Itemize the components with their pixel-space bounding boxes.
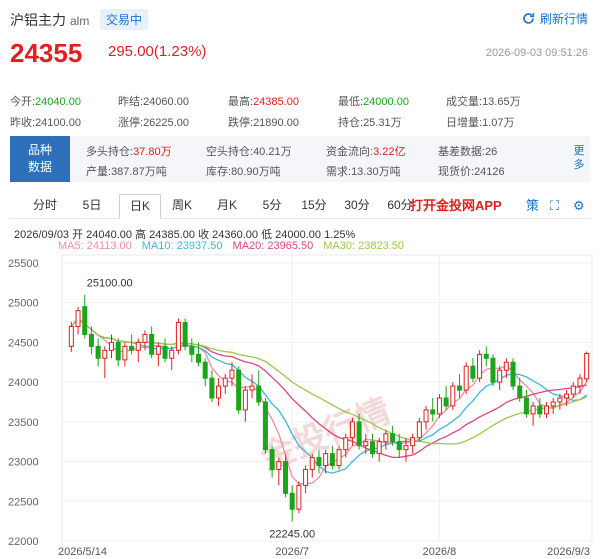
candle-body (68, 326, 74, 347)
candle-body (423, 409, 429, 423)
x-tick-label: 2026/7 (275, 546, 309, 558)
candle-body (249, 385, 255, 391)
candle-body (323, 453, 329, 467)
candle-body (570, 385, 576, 395)
candle-body (115, 341, 121, 361)
candle-body (363, 441, 369, 447)
candle-body (189, 345, 195, 355)
candle-body (309, 457, 315, 471)
candle-body (329, 453, 335, 467)
kline-chart[interactable]: 25500 25000 24500 24000 23500 23000 22500 22000… (0, 0, 600, 559)
candle-body (155, 345, 161, 355)
candle-body (169, 349, 175, 359)
candle-body (430, 409, 436, 415)
candle-body (390, 433, 396, 443)
candle-body (517, 385, 523, 399)
candle-body (343, 437, 349, 451)
candle-body (410, 437, 416, 447)
candle-body (296, 484, 302, 510)
candle-body (316, 457, 322, 467)
candle-body (229, 369, 235, 379)
candle-body (88, 333, 94, 347)
candle-body (122, 345, 128, 361)
candle-body (82, 306, 88, 335)
candle-body (577, 377, 583, 387)
candle-body (557, 397, 563, 403)
y-tick-label: 24500 (8, 337, 39, 349)
candle-body (356, 421, 362, 447)
candle-body (95, 345, 101, 359)
candle-body (336, 449, 342, 467)
candle-body (564, 393, 570, 399)
x-tick-label: 2026/9/3 (547, 546, 590, 558)
candle-body (276, 461, 282, 470)
candle-body (477, 353, 483, 379)
candle-body (162, 345, 168, 359)
candle-body (369, 441, 376, 455)
candle-body (470, 365, 476, 379)
candle-body (490, 357, 496, 383)
candle-body (135, 341, 141, 351)
x-tick-label: 2026/5/14 (58, 546, 107, 558)
x-tick-label: 2026/8 (423, 546, 457, 558)
candle-body (523, 397, 529, 415)
candle-body (149, 333, 155, 355)
y-tick-label: 23500 (8, 417, 39, 429)
candle-body (242, 389, 248, 411)
candle-body (222, 377, 228, 387)
candle-body (75, 310, 81, 328)
candle-body (209, 377, 215, 399)
candle-body (436, 397, 442, 415)
y-tick-label: 22000 (8, 536, 39, 548)
candle-body (108, 341, 115, 351)
candle-body (269, 449, 275, 470)
candle-body (262, 401, 268, 451)
candle-body (129, 345, 135, 351)
candle-body (142, 333, 148, 343)
candle-body (510, 361, 516, 387)
y-tick-label: 23000 (8, 457, 39, 469)
candle-body (256, 385, 262, 403)
candle-body (530, 405, 536, 415)
candle-body (175, 322, 181, 351)
extreme-annotation: 22245.00 (269, 529, 315, 541)
candle-body (403, 445, 409, 451)
candle-body (349, 421, 355, 439)
y-tick-label: 25000 (8, 298, 39, 310)
candle-body (450, 385, 456, 407)
candle-body (443, 397, 449, 407)
candle-body (463, 365, 469, 391)
y-tick-label: 24000 (8, 377, 39, 389)
candle-body (584, 353, 590, 380)
plot-frame (61, 254, 593, 542)
candle-body (102, 349, 108, 359)
candle-body (202, 361, 208, 379)
candle-body (282, 461, 289, 494)
candle-body (483, 353, 489, 359)
candle-body (416, 421, 422, 439)
candle-body (383, 433, 389, 443)
y-tick-label: 25500 (8, 258, 39, 270)
candle-body (456, 385, 463, 391)
candle-body (550, 401, 556, 407)
candle-body (537, 405, 543, 415)
extreme-annotation: 25100.00 (87, 278, 133, 290)
candle-body (543, 405, 550, 415)
candle-body (195, 353, 202, 363)
candle-body (216, 385, 222, 399)
candle-body (289, 492, 295, 510)
candle-body (503, 361, 509, 371)
candle-body (303, 469, 309, 486)
candle-body (497, 369, 503, 383)
candle-body (182, 322, 188, 347)
y-tick-label: 22500 (8, 496, 39, 508)
candle-body (236, 369, 242, 411)
candle-body (396, 441, 402, 451)
candle-body (376, 441, 382, 455)
